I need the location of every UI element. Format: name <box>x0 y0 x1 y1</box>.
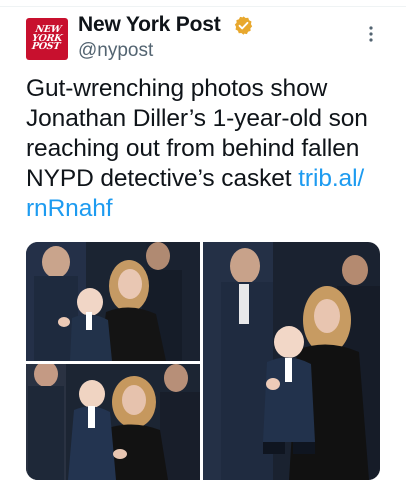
photo-icon <box>26 364 200 480</box>
photo-right[interactable] <box>203 242 380 480</box>
photo-icon <box>26 242 200 361</box>
photo-icon <box>203 242 380 480</box>
avatar[interactable]: NEW YORK POST <box>26 18 68 60</box>
tweet-header: NEW YORK POST New York Post @nypost <box>0 0 406 70</box>
tweet-text: Gut-wrenching photos show Jonathan Dille… <box>26 74 396 224</box>
more-options-icon[interactable] <box>366 24 376 44</box>
author-display-name[interactable]: New York Post <box>78 13 221 37</box>
avatar-logo-text: NEW YORK POST <box>31 24 63 53</box>
verified-badge-icon <box>234 16 253 35</box>
media-grid[interactable] <box>26 242 380 480</box>
photo-bottom-left[interactable] <box>26 364 200 480</box>
photo-top-left[interactable] <box>26 242 200 361</box>
author-handle[interactable]: @nypost <box>78 40 153 62</box>
